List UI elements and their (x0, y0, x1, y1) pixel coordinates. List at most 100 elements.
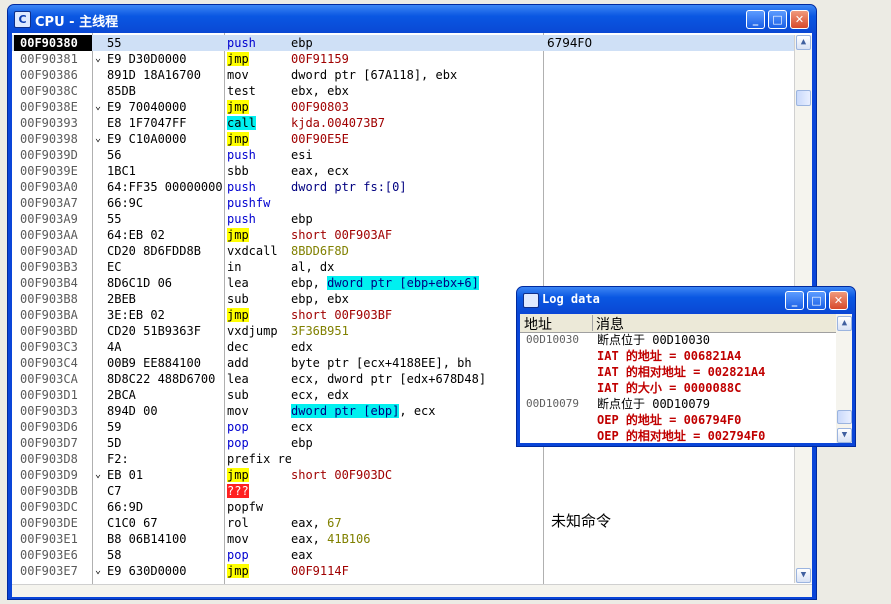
disasm-row[interactable]: 00F9038C 85DB test ebx, ebx (12, 83, 802, 99)
instruction-address: 00F903D7 (20, 436, 78, 450)
instruction-mnemonic-cell: push (227, 179, 291, 195)
log-minimize-button[interactable]: _ (785, 291, 804, 310)
jump-arrow-icon: ⌄ (95, 101, 102, 112)
log-header-addr[interactable]: 地址 (524, 314, 552, 334)
jump-arrow-icon: ⌄ (95, 565, 102, 576)
instruction-operands: ecx, edx (291, 387, 543, 403)
disasm-row[interactable]: 00F90386 891D 18A16700 mov dword ptr [67A11… (12, 67, 802, 83)
operand-value: ecx, dword ptr [edx+678D48] (291, 372, 487, 386)
instruction-operands: 00F90E5E (291, 131, 543, 147)
operand-value: short 00F903DC (291, 468, 393, 482)
log-scroll-thumb[interactable] (837, 410, 852, 424)
instruction-hex: 55 (107, 36, 122, 50)
disasm-row[interactable]: 00F90393 E8 1F7047FF call kjda.004073B7 (12, 115, 802, 131)
instruction-mnemonic-cell: dec (227, 339, 291, 355)
instruction-mnemonic: test (227, 84, 256, 98)
disasm-row[interactable]: 00F903A7 66:9C pushfw (12, 195, 802, 211)
jump-arrow-icon: ⌄ (95, 133, 102, 144)
instruction-hex: 2BCA (107, 388, 136, 402)
disasm-row[interactable]: 00F903DB C7??? (12, 483, 802, 499)
instruction-operands: ebp (291, 211, 543, 227)
instruction-mnemonic: pop (227, 420, 249, 434)
disasm-row[interactable]: 00F903DE C1C0 67 rol eax, 67 (12, 515, 802, 531)
instruction-operands: ecx, dword ptr [edx+678D48] (291, 371, 543, 387)
disasm-row[interactable]: 00F90381 ⌄ E9 D30D0000 jmp 00F91159 (12, 51, 802, 67)
instruction-operands: 8BDD6F8D (291, 243, 543, 259)
operand-value: al, dx (291, 260, 335, 274)
instruction-mnemonic-cell: lea (227, 371, 291, 387)
horizontal-scrollbar[interactable] (12, 584, 812, 597)
instruction-mnemonic: jmp (227, 100, 249, 114)
instruction-mnemonic-cell: add (227, 355, 291, 371)
disasm-row[interactable]: 00F903AD CD20 8D6FDD8B vxdcall 8BDD6F8D (12, 243, 802, 259)
instruction-hex: C7 (107, 484, 122, 498)
instruction-mnemonic: push (227, 180, 256, 194)
instruction-hex: F2: (107, 452, 129, 466)
instruction-operands: ebp, ebx (291, 291, 543, 307)
disasm-row[interactable]: 00F903A9 55 push ebp (12, 211, 802, 227)
instruction-mnemonic-cell: jmp (227, 467, 291, 483)
disasm-row[interactable]: 00F9039E 1BC1 sbb eax, ecx (12, 163, 802, 179)
operand-value: ecx, edx (291, 388, 349, 402)
log-header-msg[interactable]: 消息 (596, 314, 624, 334)
cpu-title-bar[interactable]: C CPU - 主线程 _ □ ✕ (8, 5, 816, 33)
instruction-hex: 4A (107, 340, 122, 354)
instruction-hex: 85DB (107, 84, 136, 98)
disasm-row[interactable]: 00F90398 ⌄ E9 C10A0000 jmp 00F90E5E (12, 131, 802, 147)
instruction-mnemonic-cell: in (227, 259, 291, 275)
disasm-row[interactable]: 00F903E6 58 pop eax (12, 547, 802, 563)
instruction-mnemonic: lea (227, 372, 249, 386)
disasm-row[interactable]: 00F903D8 F2: prefix repne: (12, 451, 802, 467)
instruction-mnemonic-cell: vxdjump (227, 323, 291, 339)
instruction-operands: ebx, ebx (291, 83, 543, 99)
scroll-up-arrow-icon[interactable]: ▲ (796, 35, 811, 50)
disasm-row[interactable]: 00F903E7 ⌄ E9 630D0000 jmp 00F9114F (12, 563, 802, 579)
instruction-address: 00F903C3 (20, 340, 78, 354)
instruction-operands: short 00F903DC (291, 467, 543, 483)
instruction-address: 00F903D6 (20, 420, 78, 434)
maximize-button[interactable]: □ (768, 10, 787, 29)
log-vertical-scrollbar[interactable]: ▲ ▼ (836, 314, 852, 443)
minimize-button[interactable]: _ (746, 10, 765, 29)
scroll-down-arrow-icon[interactable]: ▼ (796, 568, 811, 583)
disasm-row[interactable]: 00F9039D 56 push esi (12, 147, 802, 163)
scroll-thumb[interactable] (796, 90, 811, 106)
operand-suffix: , ecx (399, 404, 436, 418)
instruction-mnemonic: vxdjump (227, 324, 278, 338)
disasm-row[interactable]: 00F903B3 EC in al, dx (12, 259, 802, 275)
operand-value: eax (291, 548, 313, 562)
instruction-mnemonic-cell: lea (227, 275, 291, 291)
close-button[interactable]: ✕ (790, 10, 809, 29)
log-scroll-down-arrow-icon[interactable]: ▼ (837, 428, 852, 443)
instruction-mnemonic-cell: jmp (227, 563, 291, 579)
disasm-row[interactable]: 00F903E1 B8 06B14100 mov eax, 41B106 (12, 531, 802, 547)
disasm-row[interactable]: 00F9038E ⌄ E9 70040000 jmp 00F90803 (12, 99, 802, 115)
instruction-address: 00F903C4 (20, 356, 78, 370)
instruction-comment: 6794F0 (547, 36, 593, 50)
instruction-address: 00F903BA (20, 308, 78, 322)
instruction-mnemonic-cell: jmp (227, 51, 291, 67)
log-scroll-up-arrow-icon[interactable]: ▲ (837, 316, 852, 331)
instruction-hex: 5D (107, 436, 122, 450)
log-pane[interactable]: 地址 消息 00D10030 断点位于 00D10030 IAT 的地址 = 006… (520, 314, 852, 443)
log-title-bar[interactable]: Log data _ □ ✕ (517, 287, 855, 313)
disasm-row[interactable]: 00F903D9 ⌄ EB 01 jmp short 00F903DC (12, 467, 802, 483)
instruction-mnemonic-cell: push (227, 147, 291, 163)
disasm-row[interactable]: 00F903DC 66:9D popfw (12, 499, 802, 515)
cpu-app-icon: C (14, 11, 31, 28)
instruction-mnemonic-cell: push (227, 35, 291, 51)
instruction-mnemonic: jmp (227, 132, 249, 146)
operand-value: short 00F903AF (291, 228, 393, 242)
log-close-button[interactable]: ✕ (829, 291, 848, 310)
instruction-mnemonic-cell: sub (227, 291, 291, 307)
disasm-row[interactable]: 00F903AA 64:EB 02 jmp short 00F903AF (12, 227, 802, 243)
instruction-mnemonic-cell: jmp (227, 99, 291, 115)
instruction-address: 00F90386 (20, 68, 78, 82)
instruction-mnemonic: rol (227, 516, 249, 530)
instruction-hex: 66:9D (107, 500, 144, 514)
log-window-title: Log data (542, 292, 600, 306)
disasm-row[interactable]: 00F903A0 64:FF35 00000000 push dword ptr fs… (12, 179, 802, 195)
disasm-row[interactable]: 00F90380 55 push ebp 6794F0 (12, 35, 802, 51)
instruction-operands: eax (291, 547, 543, 563)
log-maximize-button[interactable]: □ (807, 291, 826, 310)
